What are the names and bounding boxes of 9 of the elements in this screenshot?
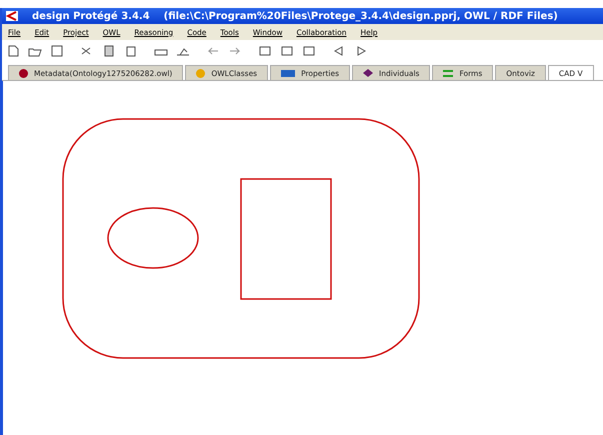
toolbar-icon[interactable]	[302, 45, 316, 57]
app-icon	[6, 11, 18, 21]
arrow-left-icon[interactable]	[206, 45, 220, 57]
toolbar-icon[interactable]	[258, 45, 272, 57]
file-path: (file:\C:\Program%20Files\Protege_3.4.4\design.pprj, OWL / RDF Files)	[164, 10, 558, 22]
arrow-right-icon[interactable]	[228, 45, 242, 57]
new-file-icon[interactable]	[6, 45, 20, 57]
toolbar-icon[interactable]	[280, 45, 294, 57]
window-title: design Protégé 3.4.4	[32, 10, 150, 22]
